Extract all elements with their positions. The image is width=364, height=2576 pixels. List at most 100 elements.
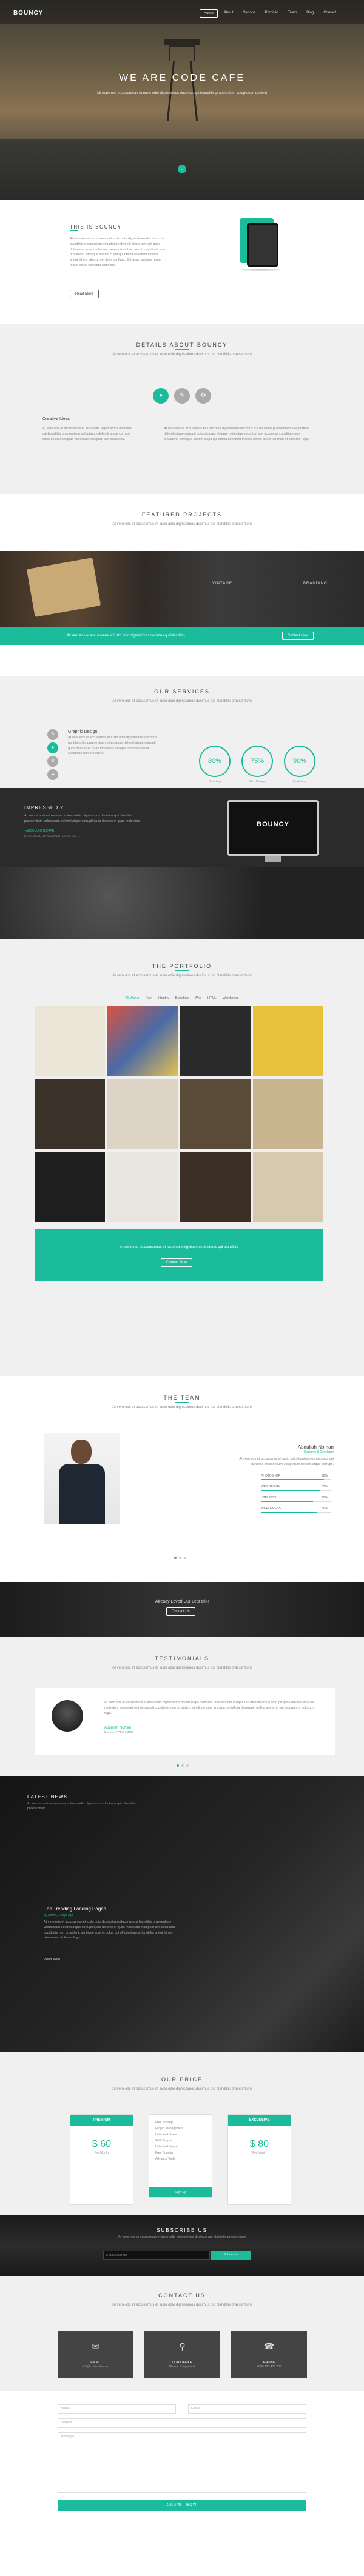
filter-identity[interactable]: Identity bbox=[158, 996, 169, 1001]
plan-period: Per Month bbox=[94, 2151, 109, 2155]
portfolio-subtitle: At vero eos et accusamus et iusto odio d… bbox=[112, 974, 252, 978]
featured-cta-banner: At vero eos et accusamus et iusto odio d… bbox=[0, 627, 364, 645]
pager-dot[interactable] bbox=[186, 1764, 189, 1767]
photo-shirt bbox=[59, 1464, 105, 1524]
portfolio-item-chair[interactable] bbox=[180, 1152, 251, 1222]
skill-pct-2: 75% bbox=[322, 1496, 328, 1500]
contact-value[interactable]: +880 123 456 789 bbox=[231, 2365, 307, 2369]
plan-name: PREMIUM bbox=[70, 2115, 133, 2126]
plan-name: EXCLUSIVE bbox=[228, 2115, 291, 2126]
nav-item-team[interactable]: Team bbox=[285, 9, 301, 18]
skill-label-0: PHOTOSHOP bbox=[261, 1474, 280, 1478]
portfolio-item-books[interactable] bbox=[107, 1006, 178, 1076]
subscribe-email-input[interactable]: Email Address bbox=[103, 2251, 210, 2260]
nav-item-about[interactable]: About bbox=[220, 9, 237, 18]
skill-ring-branding: 80% bbox=[199, 746, 231, 777]
portfolio-item-pottery[interactable] bbox=[107, 1079, 178, 1149]
service-icon-3[interactable]: ⚙ bbox=[47, 756, 58, 767]
name-input[interactable]: Name bbox=[58, 2404, 176, 2414]
impressed-title: IMPRESSED ? bbox=[24, 805, 64, 810]
email-input[interactable]: Email bbox=[188, 2404, 306, 2414]
nav-item-service[interactable]: Service bbox=[240, 9, 259, 18]
skill-bar-3 bbox=[261, 1512, 331, 1513]
monitor-stand bbox=[265, 856, 281, 862]
details-title-line bbox=[175, 349, 189, 350]
skill-bar-0 bbox=[261, 1479, 331, 1480]
filter-web[interactable]: Web bbox=[195, 996, 201, 1001]
filter-html[interactable]: HTML bbox=[207, 996, 217, 1001]
portfolio-item-bag[interactable] bbox=[35, 1006, 105, 1076]
nav-menu: Home About Service Portfolio Team Blog C… bbox=[199, 9, 340, 18]
portfolio-title: THE PORTFOLIO bbox=[152, 963, 212, 969]
scroll-down-icon[interactable]: ⌄ bbox=[178, 165, 186, 173]
skill-bar-2 bbox=[261, 1501, 331, 1502]
pager-dot[interactable] bbox=[181, 1764, 184, 1767]
portfolio-item-sketch[interactable] bbox=[253, 1079, 323, 1149]
services-title: OUR SERVICES bbox=[154, 689, 210, 695]
portfolio-item-tags[interactable] bbox=[180, 1079, 251, 1149]
ring-label-branding: Branding bbox=[208, 780, 221, 784]
featured-contact-button[interactable]: Contact Now bbox=[282, 632, 314, 641]
photo-head bbox=[71, 1440, 92, 1464]
pencil-icon[interactable]: ✎ bbox=[174, 388, 190, 404]
portfolio-item-cards[interactable] bbox=[253, 1006, 323, 1076]
post-excerpt: At vero eos et accusamus et iusto odio d… bbox=[44, 1920, 176, 1940]
subscribe-button[interactable]: Subscribe bbox=[211, 2251, 251, 2260]
subscribe-subtitle: At vero eos et accusamus et iusto odio d… bbox=[118, 2235, 246, 2239]
talk-cta-text: Already Loved Our Lets talk! bbox=[155, 1600, 209, 1604]
filter-wordpress[interactable]: Wordpress bbox=[223, 996, 239, 1001]
service-icon-4[interactable]: ☁ bbox=[47, 769, 58, 780]
contact-us-button[interactable]: Contact Us bbox=[166, 1607, 195, 1617]
subject-input[interactable]: Subject bbox=[58, 2418, 306, 2428]
nav-item-blog[interactable]: Blog bbox=[303, 9, 317, 18]
message-textarea[interactable]: Message bbox=[58, 2432, 306, 2493]
contact-form-section: Name Email Subject Message SUBMIT NOW bbox=[0, 2391, 364, 2576]
service-icon-1[interactable]: ✎ bbox=[47, 729, 58, 740]
nav-item-portfolio[interactable]: Portfolio bbox=[261, 9, 282, 18]
map-pin-icon: ⚲ bbox=[179, 2341, 186, 2351]
portfolio-item-tablet[interactable] bbox=[253, 1152, 323, 1222]
submit-button[interactable]: SUBMIT NOW bbox=[58, 2500, 306, 2511]
portfolio-item-writing[interactable] bbox=[107, 1152, 178, 1222]
pager-dot[interactable] bbox=[179, 1557, 181, 1559]
contact-value[interactable]: info@codecafe.com bbox=[58, 2365, 133, 2369]
service-icon-2[interactable]: ★ bbox=[47, 742, 58, 753]
portfolio-item-bottles[interactable] bbox=[35, 1152, 105, 1222]
latest-news-title: LATEST NEWS bbox=[27, 1794, 68, 1800]
nav-item-contact[interactable]: Contact bbox=[320, 9, 340, 18]
contact-box-office: ⚲ OUR OFFICE Dhaka, Bangladesh bbox=[144, 2331, 220, 2378]
sign-up-button[interactable]: Sign Up bbox=[149, 2187, 212, 2197]
portfolio-contact-button[interactable]: Contact Now bbox=[161, 1258, 193, 1267]
envelope-icon: ✉ bbox=[92, 2341, 99, 2351]
testimonial-card: At vero eos et accusamus et iusto odio d… bbox=[35, 1688, 335, 1755]
portfolio-item-lamp[interactable] bbox=[35, 1079, 105, 1149]
details-subtitle: At vero eos et accusamus et iusto odio d… bbox=[112, 353, 252, 356]
details-heading: Creative Ideas bbox=[42, 417, 70, 421]
gear-icon[interactable]: ⚙ bbox=[195, 388, 211, 404]
project-label-branding[interactable]: BRANDING bbox=[303, 581, 328, 586]
pager-dot[interactable] bbox=[184, 1557, 186, 1559]
lightbulb-icon[interactable]: ● bbox=[153, 388, 169, 404]
portfolio-filters: All Works Print Identity Branding Web HT… bbox=[103, 996, 261, 1001]
portfolio-item-notebook[interactable] bbox=[180, 1006, 251, 1076]
testimonial-pager bbox=[177, 1764, 189, 1767]
filter-print[interactable]: Print bbox=[146, 996, 152, 1001]
pager-dot-active[interactable] bbox=[174, 1557, 177, 1559]
filter-all-works[interactable]: All Works bbox=[126, 996, 140, 1001]
monitor-image: BOUNCY bbox=[228, 800, 318, 856]
read-more-button[interactable]: Read More bbox=[70, 290, 99, 299]
post-title[interactable]: The Trending Landing Pages bbox=[44, 1906, 106, 1913]
impressed-role: DESIGNER, DEVELOPER, CODE CAFE bbox=[24, 835, 80, 838]
brand-logo[interactable]: BOUNCY bbox=[13, 9, 43, 18]
filter-branding[interactable]: Branding bbox=[175, 996, 189, 1001]
pager-dot-active[interactable] bbox=[177, 1764, 179, 1767]
post-read-more-link[interactable]: Read More bbox=[44, 1958, 60, 1962]
featured-cta-text: At vero eos et accusamus et iusto odio d… bbox=[67, 634, 185, 638]
project-label-vintage[interactable]: VINTAGE bbox=[212, 581, 232, 586]
featured-image-strip[interactable]: VINTAGE BRANDING bbox=[0, 551, 364, 627]
pricing-title: OUR PRICE bbox=[161, 2077, 203, 2083]
feature-item: Free Hosting bbox=[155, 2121, 173, 2124]
testimonial-org: Envato, CODE CAFE bbox=[104, 1731, 133, 1735]
bokeh-image-strip bbox=[0, 867, 364, 939]
nav-item-home[interactable]: Home bbox=[199, 9, 218, 18]
